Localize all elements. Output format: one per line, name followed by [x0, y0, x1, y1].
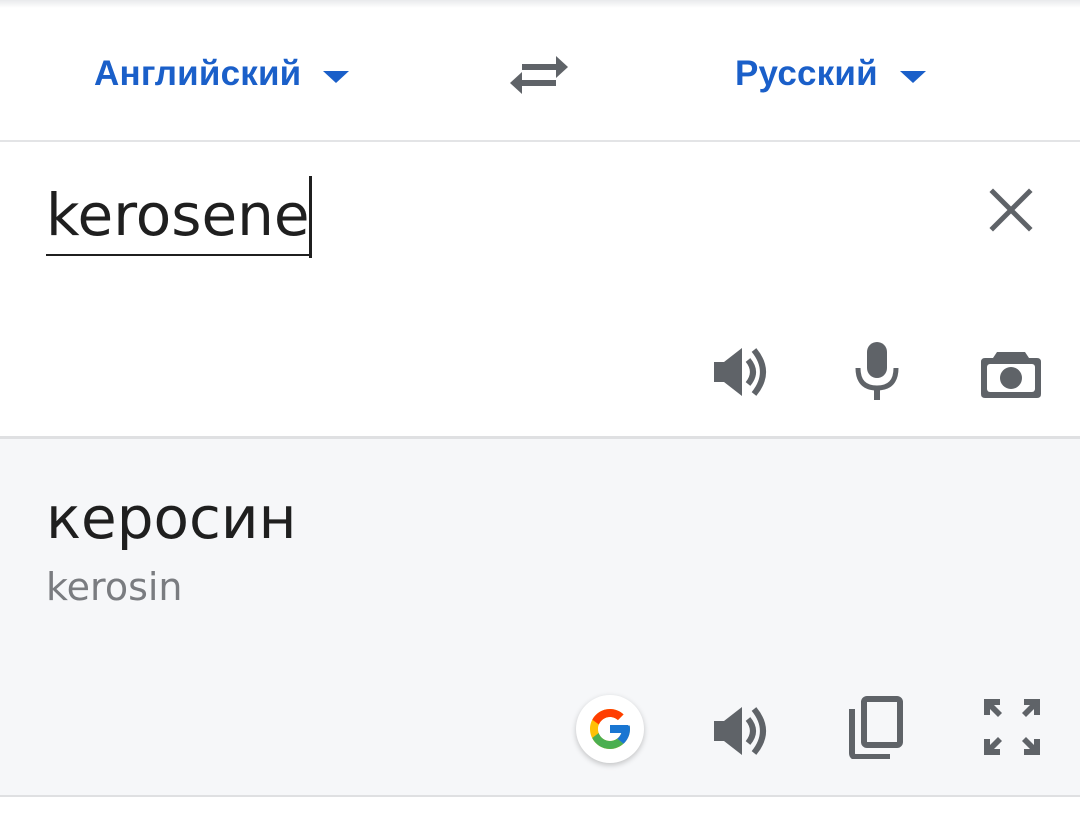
copy-icon	[849, 696, 903, 760]
speaker-icon	[714, 707, 766, 755]
target-language-selector[interactable]: Русский	[735, 48, 926, 100]
language-bar: Английский Русский	[0, 8, 1080, 142]
speaker-icon	[714, 348, 766, 396]
swap-languages-button[interactable]	[508, 52, 570, 98]
caret-down-icon	[323, 71, 350, 83]
caret-down-icon	[899, 71, 926, 83]
translation-text: керосин	[46, 484, 297, 552]
bottom-area	[0, 797, 1080, 813]
source-language-selector[interactable]: Английский	[94, 48, 350, 100]
transliteration-text: kerosin	[46, 565, 183, 609]
close-icon	[989, 188, 1033, 232]
source-text-value: kerosene	[46, 181, 310, 249]
text-cursor	[308, 176, 312, 258]
clear-input-button[interactable]	[985, 184, 1037, 236]
source-text-input[interactable]: kerosene	[46, 176, 312, 258]
source-input-panel: kerosene	[0, 142, 1080, 439]
top-shadow	[0, 0, 1080, 8]
camera-icon	[981, 352, 1041, 398]
google-icon	[590, 709, 630, 749]
translate-screen: Английский Русский kerosene керосин kero…	[0, 0, 1080, 813]
microphone-icon	[855, 342, 899, 400]
fullscreen-button[interactable]	[982, 697, 1042, 757]
google-search-button[interactable]	[576, 695, 644, 763]
swap-arrows-icon	[510, 56, 568, 94]
translation-listen-button[interactable]	[712, 701, 772, 761]
fullscreen-icon	[984, 699, 1040, 755]
camera-input-button[interactable]	[979, 346, 1043, 402]
copy-translation-button[interactable]	[846, 695, 904, 760]
translation-output-panel: керосин kerosin	[0, 439, 1080, 797]
source-listen-button[interactable]	[712, 342, 772, 402]
source-language-label: Английский	[94, 54, 302, 93]
voice-input-button[interactable]	[852, 340, 902, 402]
target-language-label: Русский	[735, 54, 878, 93]
